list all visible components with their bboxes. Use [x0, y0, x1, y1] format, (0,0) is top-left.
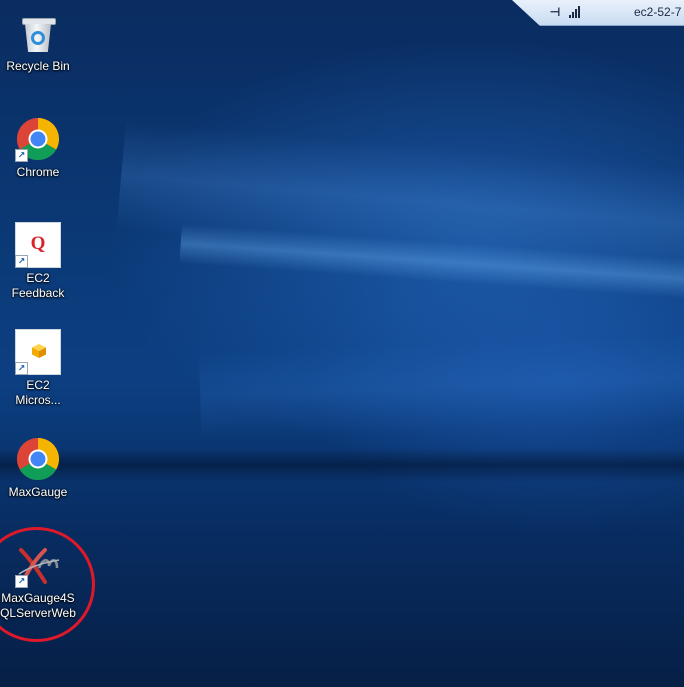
maxgauge-xm-icon: ↗ [15, 542, 61, 588]
ec2-microsoft-icon: ↗ [15, 329, 61, 375]
desktop-icon-ec2-feedback[interactable]: Q ↗ EC2 Feedback [0, 222, 76, 301]
desktop-icon-label: EC2 Feedback [11, 271, 65, 300]
remote-connection-bar[interactable]: ⊣ ec2-52-7 [512, 0, 684, 26]
desktop-icon-recycle-bin[interactable]: Recycle Bin [0, 10, 76, 74]
recycle-bin-icon [15, 10, 61, 56]
chrome-icon [15, 436, 61, 482]
pin-icon[interactable]: ⊣ [548, 5, 562, 19]
chrome-icon: ↗ [15, 116, 61, 162]
shortcut-arrow-icon: ↗ [15, 362, 28, 375]
desktop-icon-chrome[interactable]: ↗ Chrome [0, 116, 76, 180]
desktop-icon-maxgauge4sqlserverweb[interactable]: ↗ MaxGauge4S QLServerWeb [0, 542, 76, 621]
ec2-feedback-icon: Q ↗ [15, 222, 61, 268]
wallpaper-light-beam [179, 223, 684, 307]
desktop-icon-ec2-microsoft[interactable]: ↗ EC2 Micros... [0, 329, 76, 408]
shortcut-arrow-icon: ↗ [15, 149, 28, 162]
desktop-wallpaper: ⊣ ec2-52-7 Recycle Bin ↗ Chrome Q ↗ EC2 … [0, 0, 684, 687]
desktop-icon-label: Chrome [16, 165, 60, 179]
shortcut-arrow-icon: ↗ [15, 575, 28, 588]
wallpaper-shadow-band [0, 448, 684, 482]
wallpaper-light-beam [198, 329, 684, 441]
desktop-icon-label: MaxGauge4S QLServerWeb [0, 591, 76, 620]
desktop-icon-label: EC2 Micros... [15, 378, 61, 407]
desktop-icon-maxgauge[interactable]: MaxGauge [0, 436, 76, 500]
connection-signal-icon[interactable] [569, 6, 583, 18]
desktop-icon-label: MaxGauge [8, 485, 68, 499]
connection-title: ec2-52-7 [634, 5, 682, 19]
desktop-icon-label: Recycle Bin [6, 59, 70, 73]
shortcut-arrow-icon: ↗ [15, 255, 28, 268]
wallpaper-light-beam [116, 119, 684, 291]
